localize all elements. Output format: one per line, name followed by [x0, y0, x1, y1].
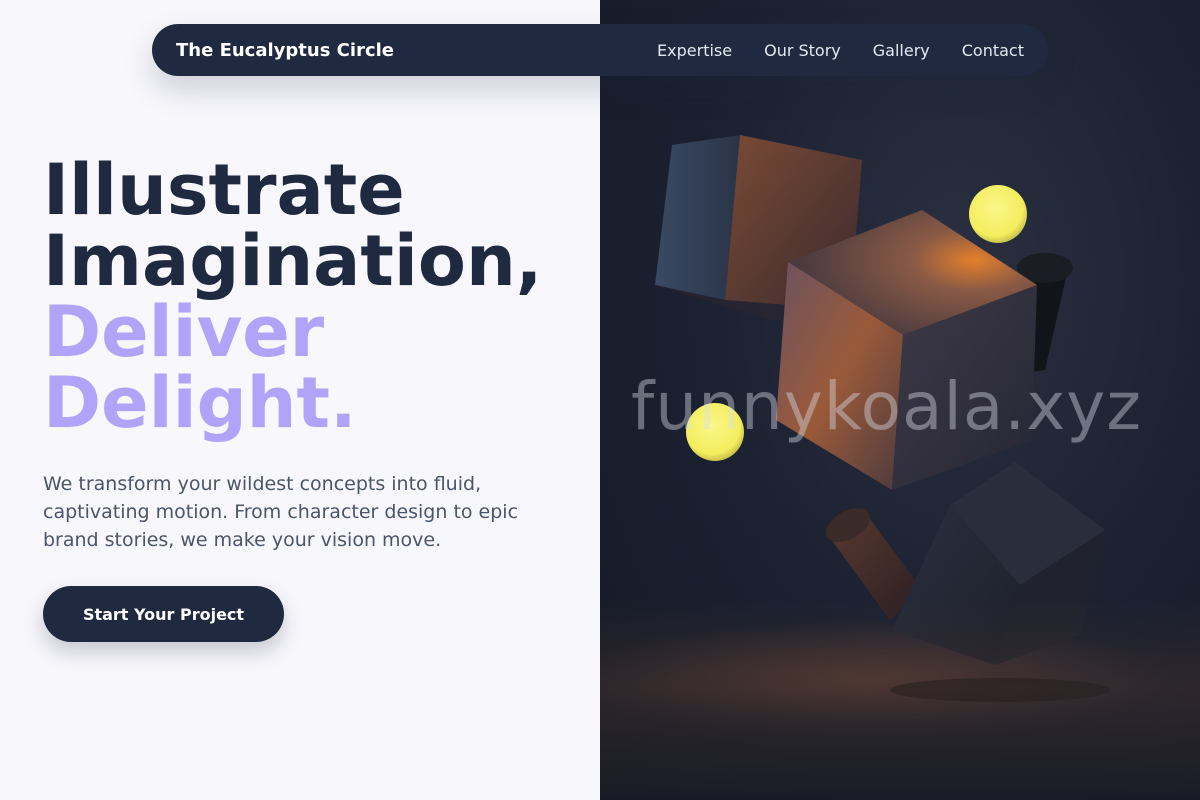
hero-headline: Illustrate Imagination, Deliver Delight. — [43, 155, 542, 439]
floor-shadow — [600, 600, 1200, 800]
nav-link-our-story[interactable]: Our Story — [764, 41, 841, 60]
sphere-icon — [969, 185, 1027, 243]
nav-link-contact[interactable]: Contact — [962, 41, 1024, 60]
headline-line-3: Deliver — [43, 291, 325, 373]
headline-line-1: Illustrate — [43, 149, 405, 231]
top-navbar: The Eucalyptus Circle Expertise Our Stor… — [152, 24, 1048, 76]
brand-logo[interactable]: The Eucalyptus Circle — [176, 40, 394, 61]
headline-line-2: Imagination, — [43, 220, 543, 302]
watermark-text: funnykoala.xyz — [631, 368, 1142, 445]
nav-link-gallery[interactable]: Gallery — [873, 41, 930, 60]
cube-icon — [776, 210, 1037, 490]
nav-links: Expertise Our Story Gallery Contact — [657, 41, 1024, 60]
start-project-button[interactable]: Start Your Project — [43, 586, 284, 642]
headline-line-4: Delight. — [43, 362, 357, 444]
hero-description: We transform your wildest concepts into … — [43, 473, 519, 551]
nav-link-expertise[interactable]: Expertise — [657, 41, 732, 60]
